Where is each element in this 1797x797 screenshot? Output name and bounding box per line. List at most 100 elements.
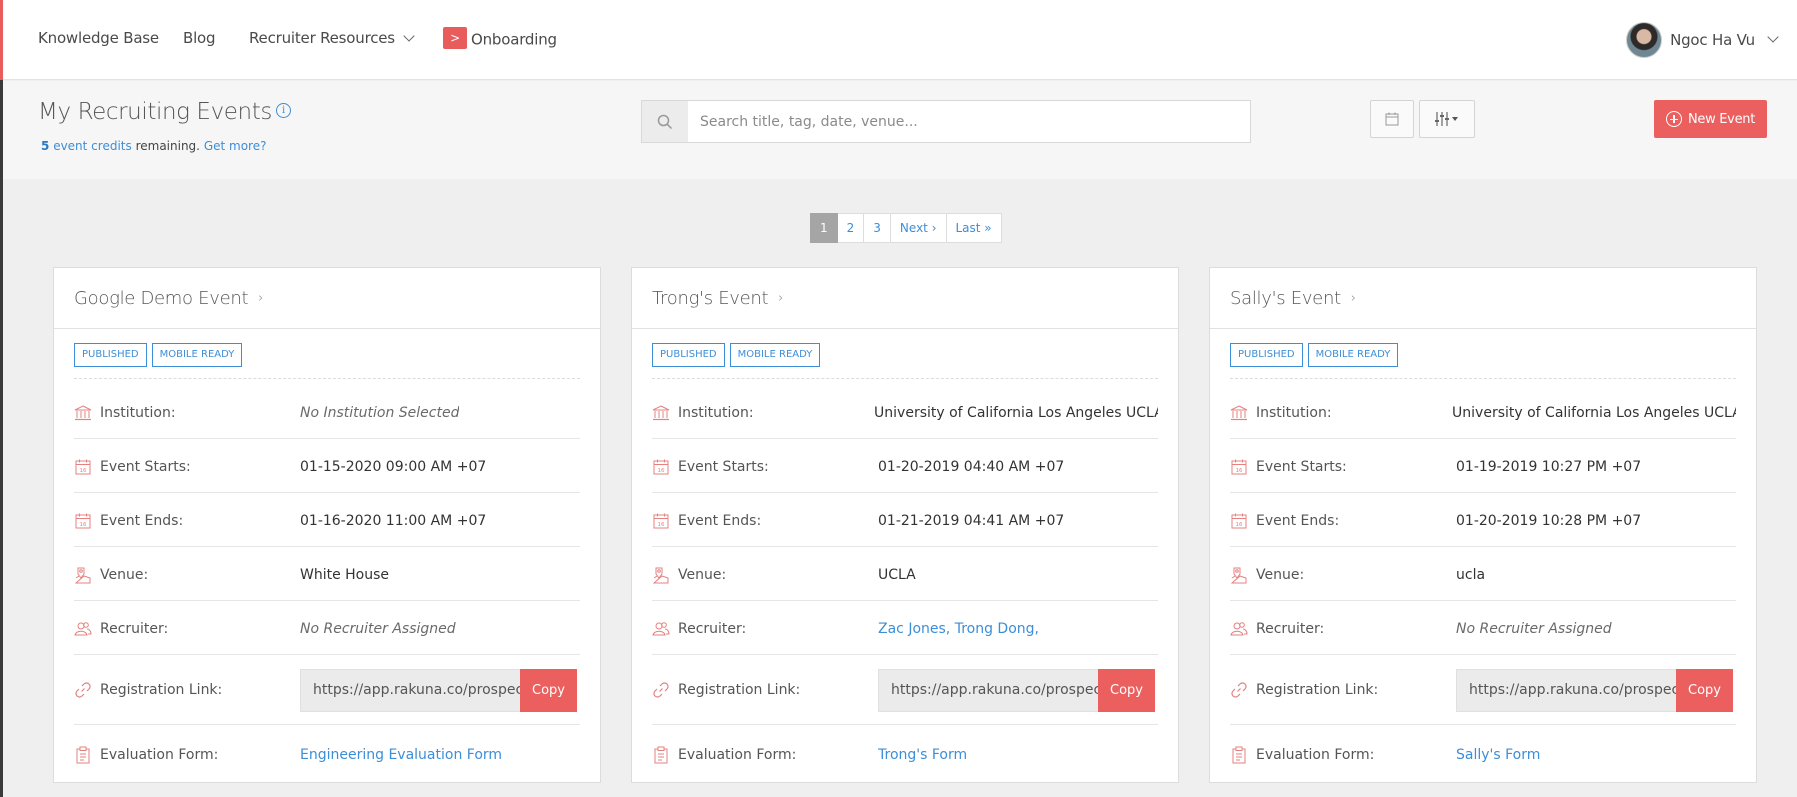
institution-building-icon [1230, 404, 1248, 422]
top-navbar: Knowledge Base Blog Recruiter Resources … [0, 0, 1797, 80]
event-ends-label: Event Ends: [1256, 513, 1340, 529]
evaluation-form-link[interactable]: Sally's Form [1456, 747, 1540, 763]
calendar-icon: 16 [1230, 512, 1248, 530]
recruiter-separator: , [945, 621, 955, 637]
event-card: Google Demo Event › PUBLISHED MOBILE READ… [53, 267, 601, 783]
registration-link-field[interactable]: https://app.rakuna.co/prospect [878, 668, 1098, 712]
clipboard-icon [74, 746, 92, 764]
registration-link-label: Registration Link: [100, 682, 223, 698]
status-badge-published: PUBLISHED [1230, 343, 1303, 367]
event-ends-row: 16 Event Ends: 01-16-2020 11:00 AM +07 [74, 498, 580, 544]
chevron-right-icon: › [778, 291, 784, 306]
copy-link-button[interactable]: Copy [1098, 668, 1155, 712]
calendar-view-button[interactable] [1370, 100, 1414, 138]
row-divider [1230, 438, 1736, 439]
info-icon[interactable]: i [275, 103, 291, 118]
recruiter-label: Recruiter: [100, 621, 169, 637]
onboarding-badge: > [443, 27, 467, 49]
page-next[interactable]: Next › [890, 213, 947, 243]
page-3[interactable]: 3 [864, 213, 891, 243]
copy-link-button[interactable]: Copy [520, 668, 577, 712]
nav-recruiter-resources[interactable]: Recruiter Resources [249, 29, 415, 47]
copy-link-button[interactable]: Copy [1676, 668, 1733, 712]
chevron-down-icon [403, 30, 415, 42]
registration-link-label: Registration Link: [678, 682, 801, 698]
nav-recruiter-resources-label: Recruiter Resources [249, 29, 395, 47]
venue-label: Venue: [1256, 567, 1305, 583]
venue-value: UCLA [878, 567, 916, 583]
institution-value: No Institution Selected [300, 405, 460, 421]
recruiter-link[interactable]: Zac Jones [878, 621, 946, 637]
row-divider [1230, 546, 1736, 547]
event-starts-value: 01-19-2019 10:27 PM +07 [1456, 459, 1642, 475]
chevron-down-icon [1767, 31, 1779, 43]
registration-link-group: https://app.rakuna.co/prospect Copy [1456, 668, 1733, 712]
evaluation-form-link[interactable]: Engineering Evaluation Form [300, 747, 502, 763]
page-2[interactable]: 2 [837, 213, 865, 243]
registration-link-field[interactable]: https://app.rakuna.co/prospect [300, 668, 520, 712]
nav-blog[interactable]: Blog [183, 29, 216, 47]
credits-count: 5 [41, 139, 50, 153]
registration-link-field[interactable]: https://app.rakuna.co/prospect [1456, 668, 1676, 712]
registration-link-row: Registration Link: https://app.rakuna.co… [74, 660, 580, 720]
calendar-icon: 16 [74, 512, 92, 530]
recruiter-value: Zac Jones, Trong Dong, [878, 621, 1039, 637]
event-title-text: Google Demo Event [74, 288, 249, 309]
evaluation-form-row: Evaluation Form: Engineering Evaluation … [74, 732, 580, 778]
event-title[interactable]: Sally's Event › [1230, 288, 1356, 309]
institution-label: Institution: [100, 405, 176, 421]
filter-button[interactable] [1419, 100, 1475, 138]
card-divider [1210, 328, 1756, 329]
recruiter-row: Recruiter: No Recruiter Assigned [74, 606, 580, 652]
row-divider [74, 600, 580, 601]
event-title-text: Trong's Event [652, 288, 769, 309]
event-title[interactable]: Trong's Event › [652, 288, 783, 309]
page-title-text: My Recruiting Events [38, 99, 272, 125]
recruiter-row: Recruiter: Zac Jones, Trong Dong, [652, 606, 1158, 652]
row-divider [74, 492, 580, 493]
plus-circle-icon [1665, 111, 1682, 127]
search-input[interactable] [688, 101, 1250, 142]
evaluation-form-row: Evaluation Form: Trong's Form [652, 732, 1158, 778]
page-last[interactable]: Last » [946, 213, 1002, 243]
evaluation-form-label: Evaluation Form: [678, 747, 797, 763]
registration-link-row: Registration Link: https://app.rakuna.co… [652, 660, 1158, 720]
user-name: Ngoc Ha Vu [1670, 31, 1755, 49]
row-divider [74, 378, 580, 379]
row-divider [652, 654, 1158, 655]
link-icon [652, 681, 670, 699]
left-rail-accent [0, 0, 3, 80]
nav-knowledge-base[interactable]: Knowledge Base [38, 29, 159, 47]
event-starts-label: Event Starts: [1256, 459, 1347, 475]
new-event-button[interactable]: New Event [1654, 100, 1767, 138]
nav-onboarding[interactable]: > Onboarding [443, 27, 557, 51]
page-1[interactable]: 1 [810, 213, 838, 243]
institution-value: University of California Los Angeles UCL… [1452, 405, 1736, 421]
institution-row: Institution: University of California Lo… [1230, 390, 1736, 436]
users-icon [74, 620, 92, 638]
institution-label: Institution: [678, 405, 754, 421]
row-divider [652, 492, 1158, 493]
status-badge-mobile-ready: MOBILE READY [729, 343, 821, 367]
recruiter-link[interactable]: Trong Dong [955, 621, 1035, 637]
status-badges: PUBLISHED MOBILE READY [74, 343, 243, 367]
registration-link-group: https://app.rakuna.co/prospect Copy [878, 668, 1155, 712]
row-divider [1230, 600, 1736, 601]
status-badge-published: PUBLISHED [652, 343, 725, 367]
clipboard-icon [1230, 746, 1248, 764]
card-divider [54, 328, 600, 329]
event-title[interactable]: Google Demo Event › [74, 288, 263, 309]
page-header: My Recruiting Events i 5 event credits re… [3, 81, 1797, 179]
new-event-label: New Event [1687, 111, 1756, 127]
event-credits-link[interactable]: event credits [53, 139, 132, 153]
event-ends-label: Event Ends: [100, 513, 184, 529]
venue-label: Venue: [678, 567, 727, 583]
event-starts-row: 16 Event Starts: 01-15-2020 09:00 AM +07 [74, 444, 580, 490]
row-divider [74, 546, 580, 547]
user-menu[interactable]: Ngoc Ha Vu [1626, 22, 1779, 58]
evaluation-form-value: Sally's Form [1456, 747, 1540, 763]
get-more-link[interactable]: Get more? [204, 139, 267, 153]
svg-text:16: 16 [658, 468, 665, 474]
calendar-icon: 16 [652, 458, 670, 476]
evaluation-form-link[interactable]: Trong's Form [878, 747, 967, 763]
